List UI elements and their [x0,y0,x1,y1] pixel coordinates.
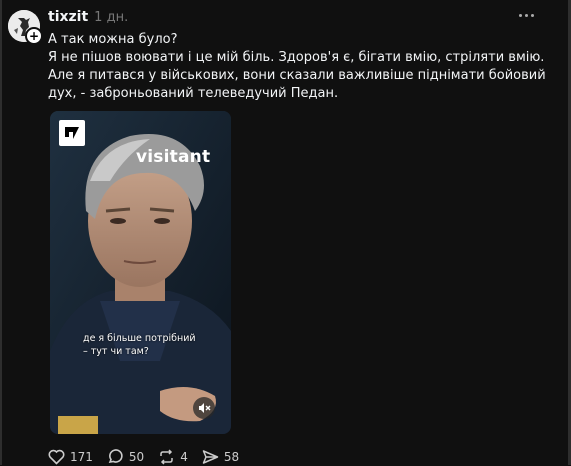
post-text-line2: Я не пішов воювати і це мій біль. Здоров… [48,50,546,101]
more-icon[interactable] [519,10,537,20]
send-icon [202,450,219,464]
share-count: 58 [223,450,240,464]
brand-logo-icon [59,120,85,146]
repost-icon [160,449,173,465]
comment-icon [108,449,123,463]
video-caption: де я більше потрібний – тут чи там? [83,332,213,358]
post-header: tixzit 1 дн. [48,9,128,27]
share-button[interactable]: 58 [202,449,239,465]
repost-count: 4 [180,450,188,464]
like-button[interactable]: 171 [48,449,93,465]
follow-plus-icon[interactable]: + [25,27,43,45]
video-caption-line1: де я більше потрібний [83,333,196,344]
username[interactable]: tixzit [48,9,88,25]
post-timestamp: 1 дн. [94,10,129,25]
video-player[interactable]: visitant де я більше потрібний – тут чи … [50,111,231,434]
post-actions: 171 50 4 58 [48,448,253,466]
video-brand-name: visitant [136,147,211,167]
heart-icon [48,449,65,465]
post-text: А так можна було? Я не пішов воювати і ц… [48,31,553,103]
comment-button[interactable]: 50 [107,449,144,465]
like-count: 171 [70,450,93,464]
video-caption-line2: – тут чи там? [83,346,149,357]
comment-count: 50 [128,450,145,464]
window-border-left [0,0,2,465]
mute-button[interactable] [193,397,215,419]
mute-icon [199,403,211,413]
repost-button[interactable]: 4 [158,449,188,465]
post-text-line1: А так можна було? [48,32,178,47]
